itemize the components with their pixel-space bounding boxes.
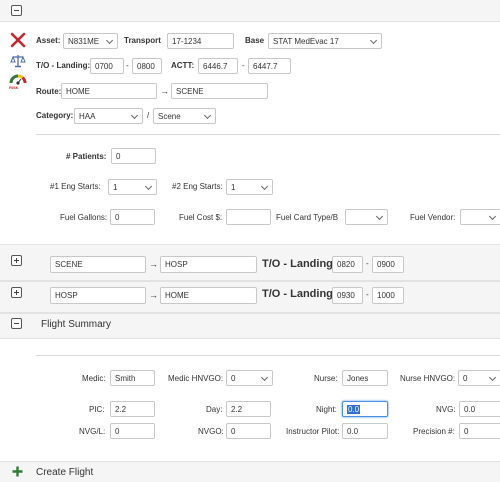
leg3-from-input[interactable]: HOSP: [50, 287, 146, 304]
nvg-label: NVG:: [436, 405, 456, 414]
leg3-to-input[interactable]: HOME: [160, 287, 257, 304]
asset-label: Asset:: [36, 36, 61, 45]
collapse-icon[interactable]: [11, 318, 22, 329]
nvgl-input[interactable]: 0: [110, 423, 155, 439]
create-flight-label[interactable]: Create Flight: [36, 467, 93, 479]
leg2-to-input[interactable]: HOSP: [160, 256, 257, 273]
fuel-card-label: Fuel Card Type/Bi: [276, 213, 338, 222]
instructor-pilot-label: Instructor Pilot:: [286, 427, 340, 436]
asset-select[interactable]: N831ME: [63, 33, 118, 49]
patients-label: # Patients:: [66, 152, 107, 161]
leg2-landing-input[interactable]: 0900: [372, 256, 404, 273]
leg3-landing-input[interactable]: 1000: [372, 287, 404, 304]
fuel-card-select[interactable]: [345, 209, 388, 225]
eng1-starts-select[interactable]: 1: [108, 179, 157, 195]
night-selected-text: 0.0: [347, 405, 361, 414]
night-input[interactable]: 0.0: [342, 401, 388, 417]
pic-input[interactable]: 2.2: [110, 401, 155, 417]
fuel-cost-input[interactable]: [226, 209, 271, 225]
patients-input[interactable]: 0: [111, 148, 156, 164]
leg2-takeoff-input[interactable]: 0820: [332, 256, 363, 273]
transport-input[interactable]: 17-1234: [167, 33, 234, 49]
nurse-hnvgo-label: Nurse HNVGO:: [400, 374, 456, 383]
route-arrow: →: [160, 86, 169, 96]
leg3-dash: -: [366, 290, 369, 299]
leg3-arrow: →: [149, 290, 158, 300]
nurse-label: Nurse:: [314, 374, 338, 383]
time-dash: -: [126, 61, 129, 70]
day-label: Day:: [206, 405, 223, 414]
landing-time-input[interactable]: 0800: [132, 58, 162, 74]
divider: [36, 355, 500, 356]
actt-end-input[interactable]: 6447.7: [248, 58, 291, 74]
category-label: Category:: [36, 111, 74, 120]
nurse-hnvgo-select[interactable]: 0: [458, 370, 500, 386]
night-label: Night:: [316, 405, 337, 414]
leg2-arrow: →: [149, 259, 158, 269]
eng1-starts-label: #1 Eng Starts:: [50, 182, 101, 191]
nvg-input[interactable]: 0.0: [459, 401, 500, 417]
eng2-starts-label: #2 Eng Starts:: [172, 182, 223, 191]
delete-icon[interactable]: [10, 32, 26, 48]
precision-input[interactable]: 0: [459, 423, 500, 439]
to-landing-label: T/O - Landing:: [36, 61, 91, 70]
medic-input[interactable]: Smith: [110, 370, 155, 386]
leg2-from-input[interactable]: SCENE: [50, 256, 146, 273]
takeoff-time-input[interactable]: 0700: [90, 58, 124, 74]
fuel-gallons-label: Fuel Gallons:: [60, 213, 108, 222]
route-from-input[interactable]: HOME: [61, 83, 157, 99]
nvgo-label: NVGO:: [198, 427, 224, 436]
leg1-header: [0, 0, 500, 22]
route-label: Route:: [36, 87, 62, 96]
expand-icon[interactable]: [11, 255, 22, 266]
nvgo-input[interactable]: 0: [226, 423, 271, 439]
route-to-input[interactable]: SCENE: [171, 83, 268, 99]
divider: [36, 134, 500, 135]
actt-dash: -: [242, 61, 245, 70]
transport-label: Transport: [124, 36, 161, 45]
instructor-pilot-input[interactable]: 0.0: [342, 423, 388, 439]
actt-start-input[interactable]: 6446.7: [198, 58, 238, 74]
pic-label: PIC:: [89, 405, 105, 414]
risk-icon-label: RISK: [9, 85, 19, 90]
base-select[interactable]: STAT MedEvac 17: [268, 33, 382, 49]
day-input[interactable]: 2.2: [226, 401, 271, 417]
actt-label: ACTT:: [171, 61, 195, 70]
fuel-vendor-select[interactable]: [460, 209, 500, 225]
leg3-takeoff-input[interactable]: 0930: [332, 287, 363, 304]
nurse-input[interactable]: Jones: [342, 370, 388, 386]
leg2-dash: -: [366, 259, 369, 268]
nvgl-label: NVG/L:: [79, 427, 106, 436]
medic-label: Medic:: [82, 374, 106, 383]
leg2-to-landing-label: T/O - Landing:: [262, 258, 337, 270]
fuel-gallons-input[interactable]: 0: [110, 209, 155, 225]
collapse-icon[interactable]: [11, 5, 22, 16]
precision-label: Precision #:: [413, 427, 455, 436]
medic-hnvgo-label: Medic HNVGO:: [168, 374, 224, 383]
fuel-vendor-label: Fuel Vendor:: [410, 213, 456, 222]
weight-balance-icon[interactable]: [10, 54, 26, 68]
eng2-starts-select[interactable]: 1: [226, 179, 273, 195]
leg3-to-landing-label: T/O - Landing:: [262, 288, 337, 300]
flight-summary-title: Flight Summary: [41, 319, 112, 330]
fuel-cost-label: Fuel Cost $:: [179, 213, 223, 222]
medic-hnvgo-select[interactable]: 0: [226, 370, 273, 386]
category-select[interactable]: HAA: [74, 108, 143, 124]
subcategory-select[interactable]: Scene: [153, 108, 216, 124]
expand-icon[interactable]: [11, 287, 22, 298]
plus-icon[interactable]: [12, 466, 23, 477]
base-label: Base: [245, 36, 265, 45]
category-separator: /: [147, 111, 150, 120]
